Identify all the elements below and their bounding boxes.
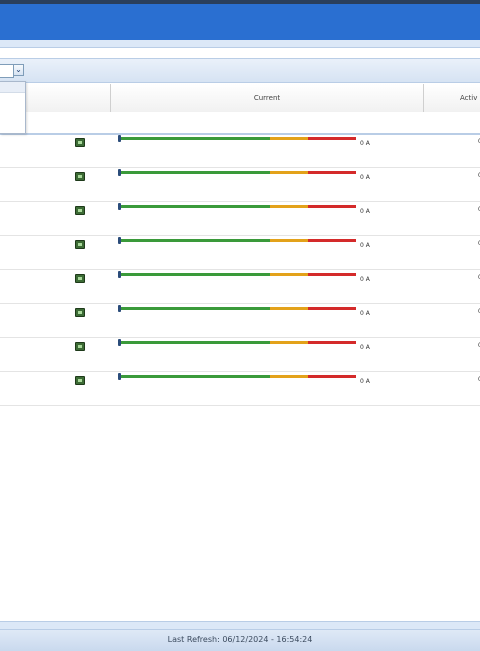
status-bar: Last Refresh: 06/12/2024 - 16:54:24 (0, 629, 480, 651)
current-value: 0 A (360, 140, 370, 147)
grid-toolbar: ⌄ (0, 58, 480, 83)
gauge-mid-segment (270, 341, 308, 344)
outlet-icon (75, 172, 85, 181)
current-value: 0 A (360, 378, 370, 385)
gauge-high-segment (308, 375, 356, 378)
gauge-mid-segment (270, 375, 308, 378)
current-gauge (118, 271, 356, 278)
table-row[interactable]: 0 A0 (0, 338, 480, 372)
header-spacer (0, 48, 480, 58)
current-value: 0 A (360, 310, 370, 317)
outlet-icon (75, 274, 85, 283)
gauge-high-segment (308, 171, 356, 174)
gauge-low-segment (120, 239, 270, 242)
current-gauge (118, 305, 356, 312)
outlet-icon (75, 308, 85, 317)
table-row[interactable]: 0 A0 (0, 372, 480, 406)
gauge-low-segment (120, 375, 270, 378)
view-select[interactable] (0, 64, 14, 78)
outlet-icon (75, 138, 85, 147)
gauge-marker (118, 135, 121, 142)
current-gauge (118, 339, 356, 346)
current-value: 0 A (360, 344, 370, 351)
current-value: 0 A (360, 174, 370, 181)
gauge-low-segment (120, 171, 270, 174)
current-value: 0 A (360, 242, 370, 249)
gauge-low-segment (120, 137, 270, 140)
gauge-low-segment (120, 205, 270, 208)
table-row[interactable]: 0 A0 (0, 202, 480, 236)
gauge-high-segment (308, 239, 356, 242)
outlet-icon (75, 342, 85, 351)
table-row[interactable]: 0 A0 (0, 270, 480, 304)
gauge-marker (118, 203, 121, 210)
gauge-high-segment (308, 137, 356, 140)
gauge-mid-segment (270, 171, 308, 174)
outlet-icon (75, 206, 85, 215)
current-gauge (118, 169, 356, 176)
grid-header: Current Activ (0, 84, 480, 113)
header-divider (0, 40, 480, 48)
gauge-marker (118, 237, 121, 244)
gauge-high-segment (308, 341, 356, 344)
last-refresh-text: Last Refresh: 06/12/2024 - 16:54:24 (167, 635, 313, 644)
gauge-low-segment (120, 341, 270, 344)
gauge-mid-segment (270, 137, 308, 140)
current-gauge (118, 135, 356, 142)
filter-row[interactable] (0, 112, 480, 135)
select-dropdown-list[interactable] (0, 81, 26, 134)
app-header (0, 4, 480, 40)
outlet-icon (75, 376, 85, 385)
gauge-low-segment (120, 307, 270, 310)
chevron-down-icon[interactable]: ⌄ (13, 64, 24, 76)
column-header-current-label: Current (253, 94, 281, 102)
gauge-high-segment (308, 307, 356, 310)
column-header-current[interactable]: Current (111, 84, 424, 112)
current-gauge (118, 373, 356, 380)
gauge-mid-segment (270, 307, 308, 310)
gauge-marker (118, 271, 121, 278)
gauge-marker (118, 305, 121, 312)
gauge-marker (118, 339, 121, 346)
current-value: 0 A (360, 276, 370, 283)
gauge-high-segment (308, 205, 356, 208)
current-gauge (118, 203, 356, 210)
gauge-mid-segment (270, 239, 308, 242)
gauge-marker (118, 373, 121, 380)
gauge-mid-segment (270, 273, 308, 276)
gauge-low-segment (120, 273, 270, 276)
table-row[interactable]: 0 A0 (0, 134, 480, 168)
column-header-active-label: Activ (460, 94, 478, 102)
gauge-mid-segment (270, 205, 308, 208)
gauge-marker (118, 169, 121, 176)
current-gauge (118, 237, 356, 244)
current-value: 0 A (360, 208, 370, 215)
table-row[interactable]: 0 A0 (0, 168, 480, 202)
dropdown-option[interactable] (0, 82, 25, 93)
table-row[interactable]: 0 A0 (0, 236, 480, 270)
column-header-active[interactable]: Activ (424, 84, 480, 112)
data-grid: 0 A00 A00 A00 A00 A00 A00 A00 A0 (0, 134, 480, 406)
outlet-icon (75, 240, 85, 249)
gauge-high-segment (308, 273, 356, 276)
table-row[interactable]: 0 A0 (0, 304, 480, 338)
